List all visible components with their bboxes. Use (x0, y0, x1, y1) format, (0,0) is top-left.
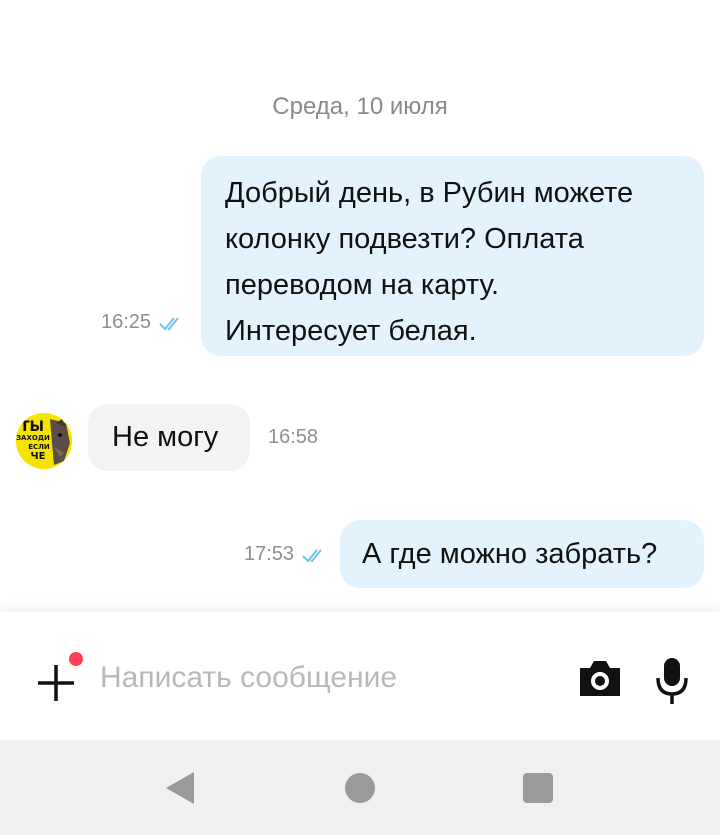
notification-dot (69, 652, 83, 666)
message-line: переводом на карту. (225, 269, 500, 301)
message-meta: 17:53 (244, 543, 328, 566)
message-composer (0, 612, 720, 740)
back-triangle-icon (166, 772, 194, 804)
message-text: Не могу (112, 421, 219, 453)
chat-screen: Среда, 10 июля 16:25 Добрый день, в Руби… (0, 0, 720, 835)
double-check-icon (159, 315, 185, 331)
message-line: колонку подвезти? Оплата (225, 223, 584, 255)
avatar-text: ТЫ (20, 419, 44, 435)
avatar-text: ЧЕ (31, 451, 46, 462)
message-meta: 16:25 (101, 311, 185, 334)
message-meta: 16:58 (268, 426, 318, 449)
recent-apps-button[interactable] (523, 773, 553, 803)
message-line: Добрый день, в Рубин можете (225, 177, 634, 209)
camera-button[interactable] (578, 658, 622, 698)
message-line: Интересует белая. (225, 315, 477, 347)
double-check-icon (302, 547, 328, 563)
message-time: 16:58 (268, 426, 319, 448)
sticker-avatar[interactable]: ТЫ ЗАХОДИ ЕСЛИ ЧЕ (16, 413, 72, 469)
message-list[interactable]: Среда, 10 июля 16:25 Добрый день, в Руби… (0, 0, 720, 620)
microphone-icon (656, 658, 688, 704)
message-time: 17:53 (244, 543, 295, 565)
system-navigation-bar (0, 740, 720, 835)
message-input[interactable] (100, 658, 540, 698)
attach-button[interactable] (36, 652, 83, 704)
home-button[interactable] (345, 773, 375, 803)
message-time: 16:25 (101, 311, 152, 333)
avatar-text: ЗАХОДИ (16, 434, 50, 442)
camera-icon (580, 661, 620, 696)
message-text: А где можно забрать? (362, 538, 658, 570)
back-button[interactable] (164, 771, 196, 805)
plus-icon (38, 665, 74, 701)
avatar-text: ЕСЛИ (28, 443, 50, 451)
incoming-message-bubble[interactable]: Не могу (88, 404, 250, 471)
date-separator: Среда, 10 июля (272, 93, 448, 120)
microphone-button[interactable] (654, 656, 690, 706)
outgoing-message-bubble[interactable]: А где можно забрать? (340, 520, 704, 588)
outgoing-message-bubble[interactable]: Добрый день, в Рубин можете колонку подв… (201, 156, 704, 356)
